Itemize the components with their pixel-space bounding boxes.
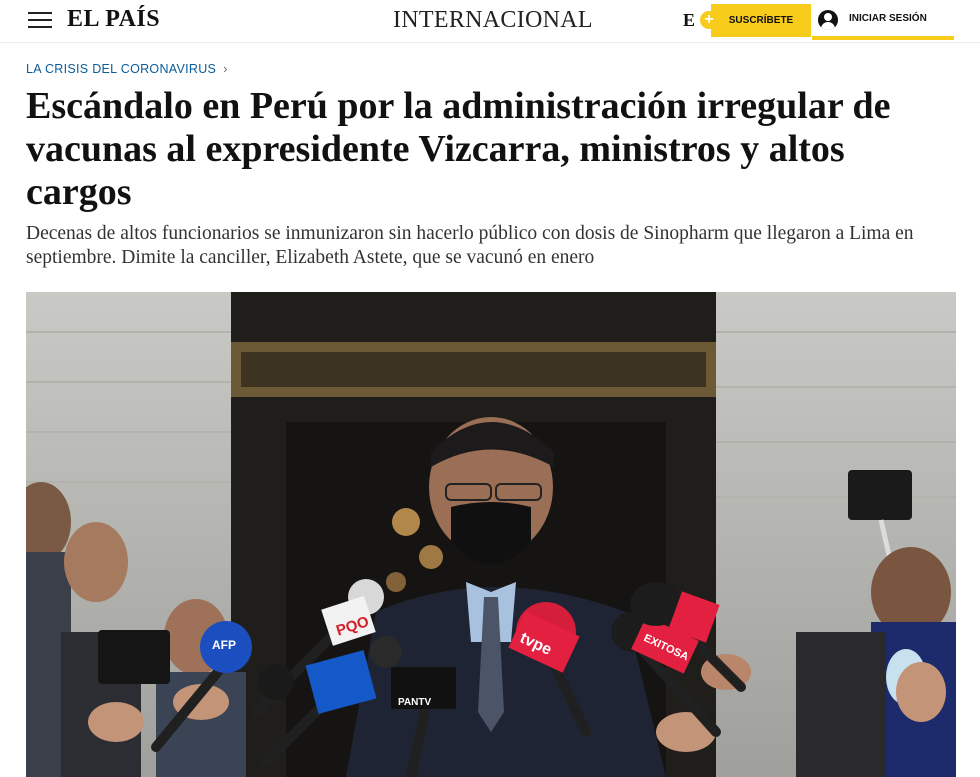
subscribe-button[interactable]: SUSCRÍBETE xyxy=(711,4,811,37)
el-pais-plus-badge[interactable]: E xyxy=(683,10,695,31)
mic-label-afp: AFP xyxy=(212,638,236,652)
plus-circle-icon: + xyxy=(700,11,718,29)
login-label: INICIAR SESIÓN xyxy=(849,13,927,24)
article-headline: Escándalo en Perú por la administración … xyxy=(26,85,891,213)
site-logo[interactable]: EL PAÍS xyxy=(67,6,160,33)
login-button[interactable]: INICIAR SESIÓN xyxy=(812,3,954,40)
photo-illustration: AFP PQO tvpe EXITOSA PANTV xyxy=(26,292,956,777)
section-kicker-link[interactable]: LA CRISIS DEL CORONAVIRUS › xyxy=(26,62,228,76)
kicker-label: LA CRISIS DEL CORONAVIRUS xyxy=(26,62,217,76)
user-avatar-icon xyxy=(818,10,838,30)
site-header: EL PAÍS INTERNACIONAL E SUSCRÍBETE + INI… xyxy=(0,0,980,43)
hamburger-menu-icon[interactable] xyxy=(28,12,52,28)
chevron-right-icon: › xyxy=(223,62,228,76)
article-main-photo[interactable]: AFP PQO tvpe EXITOSA PANTV xyxy=(26,292,956,777)
section-title[interactable]: INTERNACIONAL xyxy=(393,7,593,34)
mic-label-pantv: PANTV xyxy=(398,697,431,708)
article-standfirst: Decenas de altos funcionarios se inmuniz… xyxy=(26,223,914,268)
